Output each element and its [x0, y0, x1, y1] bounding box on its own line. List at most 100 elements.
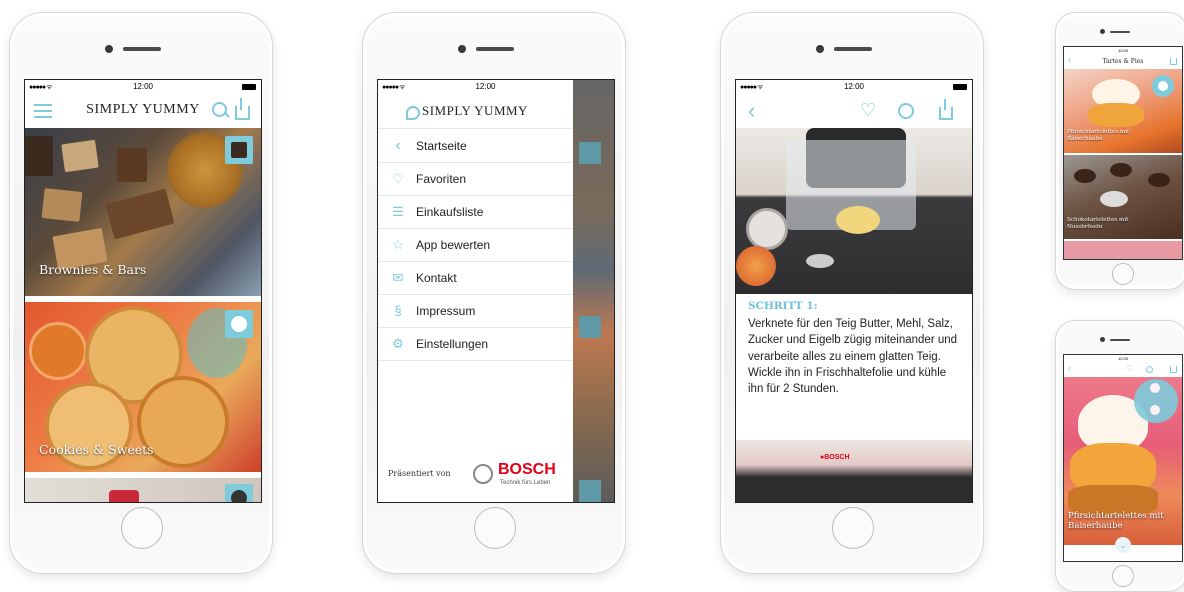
- dimmed-content: [573, 80, 614, 502]
- status-time: 12:00: [475, 82, 496, 91]
- phone-frame-2: ●●●●● ᯤ 12:00 SIMPLY YUMMY ‹ Startseite …: [362, 12, 626, 574]
- share-icon-arrow: [944, 99, 946, 110]
- speaker: [123, 47, 161, 51]
- share-icon[interactable]: [1170, 366, 1177, 373]
- camera: [458, 45, 466, 53]
- share-icon[interactable]: [235, 106, 250, 120]
- category-badge-icon: [225, 484, 253, 502]
- list-item-label: Schokotartelettes mit Nussbröseln: [1067, 217, 1129, 230]
- paragraph-icon: §: [394, 303, 402, 318]
- step-photo: [736, 128, 972, 294]
- chevron-down-icon[interactable]: ⌄: [1115, 537, 1131, 553]
- camera: [105, 45, 113, 53]
- screen-home: ●●●●● ᯤ 12:00 SIMPLY YUMMY Brownies & Ba…: [24, 79, 262, 503]
- status-bar: 12:00: [1064, 355, 1182, 363]
- step-card: SCHRITT 1: Verknete für den Teig Butter,…: [736, 294, 972, 440]
- back-icon[interactable]: ‹: [1068, 55, 1071, 66]
- share-icon[interactable]: [1170, 58, 1177, 65]
- step-text: Verknete für den Teig Butter, Mehl, Salz…: [748, 318, 958, 396]
- app-title: SIMPLY YUMMY: [422, 103, 528, 118]
- logo-icon: [406, 106, 420, 120]
- menu-drawer: ●●●●● ᯤ 12:00 SIMPLY YUMMY ‹ Startseite …: [378, 80, 573, 502]
- category-badge-icon: [225, 310, 253, 338]
- speaker: [1110, 339, 1130, 341]
- phone-frame-1: ●●●●● ᯤ 12:00 SIMPLY YUMMY Brownies & Ba…: [9, 12, 273, 574]
- timer-icon[interactable]: [898, 103, 914, 119]
- menu-item-label: Einstellungen: [416, 337, 489, 351]
- status-time: 12:00: [132, 82, 154, 91]
- heart-icon[interactable]: ♡: [860, 100, 876, 121]
- status-time: 12:00: [1117, 356, 1128, 361]
- list-item-label: Pfirsichtartelettes mit Baiserhaube: [1067, 129, 1130, 142]
- category-tile-cookies[interactable]: Cookies & Sweets: [25, 302, 261, 472]
- mail-icon: ✉: [392, 270, 404, 285]
- speaker: [834, 47, 872, 51]
- menu-item-kontakt[interactable]: ✉ Kontakt: [378, 262, 573, 295]
- video-overlay-icon[interactable]: [1134, 379, 1178, 423]
- category-tile-brownies[interactable]: Brownies & Bars: [25, 128, 261, 296]
- screen-list: 12:00 ‹ Tartes & Pies Pfirsichtartelette…: [1063, 46, 1183, 260]
- bosch-tagline: Technik fürs Leben: [500, 480, 551, 486]
- category-label: Brownies & Bars: [39, 262, 147, 277]
- detail-title: Pfirsichtartelettes mit Baiserhaube: [1068, 511, 1164, 531]
- bosch-logo-icon: [473, 464, 493, 484]
- home-button[interactable]: [832, 507, 874, 549]
- menu-item-app-bewerten[interactable]: ☆ App bewerten: [378, 229, 573, 262]
- menu-item-einkaufsliste[interactable]: ☰ Einkaufsliste: [378, 196, 573, 229]
- step-photo-bottom: ●BOSCH: [736, 440, 972, 502]
- camera: [816, 45, 824, 53]
- menu-item-label: Impressum: [416, 304, 476, 318]
- star-icon: ☆: [392, 237, 404, 252]
- battery-icon: [953, 84, 967, 90]
- menu-item-label: Kontakt: [416, 271, 457, 285]
- category-label: Cookies & Sweets: [39, 442, 154, 457]
- menu-item-impressum[interactable]: § Impressum: [378, 295, 573, 328]
- home-button[interactable]: [121, 507, 163, 549]
- back-icon[interactable]: ‹: [748, 100, 755, 122]
- timer-icon[interactable]: [1146, 366, 1153, 373]
- status-time: 12:00: [843, 82, 865, 91]
- share-icon-arrow: [240, 98, 242, 110]
- list-item[interactable]: Schokotartelettes mit Nussbröseln: [1064, 155, 1182, 239]
- heart-icon: ♡: [392, 171, 404, 186]
- menu-item-label: Favoriten: [416, 172, 467, 186]
- camera: [1100, 29, 1105, 34]
- status-bar: ●●●●● ᯤ 12:00: [25, 80, 261, 94]
- phone-frame-3: ●●●●● ᯤ 12:00 ‹ ♡ SCHRITT 1: Verknete fü…: [720, 12, 984, 574]
- home-button[interactable]: [1112, 565, 1134, 587]
- play-icon[interactable]: [1152, 75, 1174, 97]
- category-tile-next[interactable]: [25, 478, 261, 502]
- category-badge-icon: [225, 136, 253, 164]
- detail-photo: Pfirsichtartelettes mit Baiserhaube: [1064, 377, 1182, 545]
- speaker: [1110, 31, 1130, 33]
- home-button[interactable]: [1112, 263, 1134, 285]
- heart-icon[interactable]: ♡: [1126, 364, 1133, 373]
- status-bar: 12:00: [1064, 47, 1182, 55]
- list-icon: ☰: [392, 204, 404, 219]
- status-time: 12:00: [1117, 48, 1128, 53]
- list-item[interactable]: Pfirsichtartelettes mit Baiserhaube: [1064, 69, 1182, 153]
- step-title: SCHRITT 1:: [748, 300, 818, 312]
- speaker: [476, 47, 514, 51]
- menu-item-label: App bewerten: [416, 238, 491, 252]
- screen-menu: ●●●●● ᯤ 12:00 SIMPLY YUMMY ‹ Startseite …: [377, 79, 615, 503]
- home-button[interactable]: [474, 507, 516, 549]
- battery-icon: [242, 84, 256, 90]
- status-bar: ●●●●● ᯤ 12:00: [378, 80, 573, 94]
- search-icon-handle: [224, 112, 230, 118]
- menu-item-favoriten[interactable]: ♡ Favoriten: [378, 163, 573, 196]
- screen-recipe-step: ●●●●● ᯤ 12:00 ‹ ♡ SCHRITT 1: Verknete fü…: [735, 79, 973, 503]
- gear-icon: ⚙: [392, 336, 404, 351]
- menu-icon[interactable]: [34, 104, 52, 118]
- share-icon[interactable]: [939, 107, 953, 120]
- phone-frame-5: 12:00 ‹ ♡ Pfirsichtartelettes mit Baiser…: [1055, 320, 1184, 592]
- back-icon[interactable]: ‹: [1068, 363, 1071, 374]
- bosch-brand: BOSCH: [498, 461, 556, 478]
- sponsor-footer: Präsentiert von BOSCH Technik fürs Leben: [378, 460, 573, 490]
- app-title: SIMPLY YUMMY: [86, 102, 200, 117]
- menu-item-startseite[interactable]: ‹ Startseite: [378, 130, 573, 163]
- phone-frame-4: 12:00 ‹ Tartes & Pies Pfirsichtartelette…: [1055, 12, 1184, 290]
- status-bar: ●●●●● ᯤ 12:00: [736, 80, 972, 94]
- menu-item-einstellungen[interactable]: ⚙ Einstellungen: [378, 328, 573, 361]
- menu-item-label: Einkaufsliste: [416, 205, 484, 219]
